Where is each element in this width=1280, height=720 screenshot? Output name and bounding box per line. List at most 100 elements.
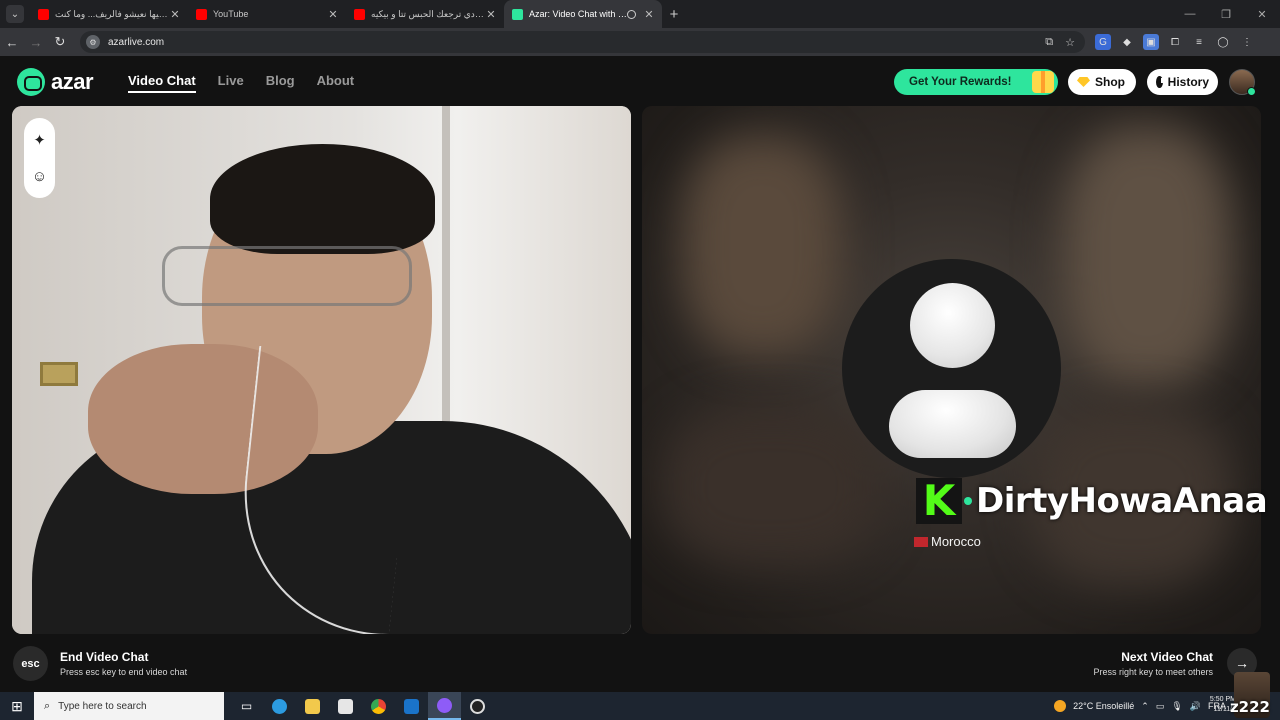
youtube-icon — [196, 8, 207, 20]
end-chat-title: End Video Chat — [60, 650, 149, 664]
maximize-icon[interactable]: ❐ — [1208, 8, 1244, 21]
browser-tab[interactable]: قلت ليها نعيشو فالريف... وما كنت ✕ — [30, 0, 188, 28]
end-chat-hint: Press esc key to end video chat — [60, 667, 188, 677]
close-icon[interactable]: ✕ — [484, 8, 498, 21]
nav-video-chat[interactable]: Video Chat — [128, 73, 196, 93]
volume-icon[interactable]: 🔊 — [1190, 701, 1201, 712]
get-rewards-button[interactable]: Get Your Rewards! — [894, 69, 1058, 95]
nav-about[interactable]: About — [317, 73, 355, 93]
diamond-extension-icon[interactable]: ◆ — [1119, 34, 1135, 50]
screenshot-extension-icon[interactable]: ▣ — [1143, 34, 1159, 50]
blurred-background — [682, 136, 842, 356]
file-explorer-icon[interactable] — [296, 692, 329, 720]
nav-blog[interactable]: Blog — [266, 73, 295, 93]
close-window-icon[interactable]: ✕ — [1244, 8, 1280, 21]
shop-button[interactable]: Shop — [1068, 69, 1136, 95]
sparkle-effects-icon[interactable]: ✦ — [33, 133, 46, 148]
partner-country: Morocco — [914, 534, 981, 549]
browser-tab[interactable]: YouTube ✕ — [188, 0, 346, 28]
taskbar-apps: ▭ — [230, 692, 494, 720]
online-status-dot — [1247, 87, 1256, 96]
kick-badge-letter: K — [922, 476, 956, 525]
next-chat-title: Next Video Chat — [1121, 650, 1213, 664]
cast-icon[interactable]: ⧉ — [1045, 36, 1053, 49]
network-icon[interactable]: ▭ — [1156, 701, 1165, 712]
tab-search-icon[interactable]: ⌄ — [6, 5, 24, 23]
history-button[interactable]: History — [1147, 69, 1218, 95]
minimize-icon[interactable]: — — [1172, 8, 1208, 20]
azar-page: azar Video Chat Live Blog About Get Your… — [0, 56, 1280, 692]
tab-title: غادي ترجعك الحبس تتا و بيكيه... — [371, 8, 484, 19]
search-placeholder: Type here to search — [58, 700, 147, 712]
camera-tools: ✦ ☺ — [24, 118, 55, 198]
translate-extension-icon[interactable]: G — [1095, 34, 1111, 50]
browser-tab[interactable]: غادي ترجعك الحبس تتا و بيكيه... ✕ — [346, 0, 504, 28]
forward-icon[interactable]: → — [24, 35, 48, 50]
weather-text[interactable]: 22°C Ensoleillé — [1073, 701, 1134, 711]
youtube-icon — [354, 8, 365, 20]
tab-title: قلت ليها نعيشو فالريف... وما كنت — [55, 8, 168, 19]
site-info-icon[interactable]: ⚙ — [86, 35, 100, 49]
wall-picture-frame — [40, 362, 78, 386]
next-chat-info: Next Video Chat Press right key to meet … — [1093, 650, 1213, 677]
nav-live[interactable]: Live — [218, 73, 244, 93]
back-icon[interactable]: ← — [0, 35, 24, 50]
system-tray: 22°C Ensoleillé ⌃ ▭ 🎙 🔊 FRA — [1054, 692, 1226, 720]
edge-icon[interactable] — [263, 692, 296, 720]
next-chat-hint: Press right key to meet others — [1093, 667, 1213, 677]
store-icon[interactable] — [329, 692, 362, 720]
windows-start-icon[interactable]: ⊞ — [0, 698, 34, 715]
person-icon-head — [910, 283, 995, 368]
close-icon[interactable]: ✕ — [326, 8, 340, 21]
close-icon[interactable]: ✕ — [642, 8, 656, 21]
kick-logo-icon: K — [916, 478, 962, 524]
country-name: Morocco — [931, 534, 981, 549]
microphone-icon[interactable]: 🎙 — [1171, 701, 1182, 712]
person-hair — [210, 144, 435, 254]
overlay-username: DirtyHowaAnaa — [976, 481, 1268, 521]
tab-title: Azar: Video Chat with New — [529, 9, 627, 19]
obs-icon[interactable] — [461, 692, 494, 720]
url-field[interactable]: ⚙ azarlive.com ⧉ ☆ — [80, 31, 1085, 53]
extensions-area: G ◆ ▣ ⧠ ≡ ◯ ⋮ — [1095, 34, 1255, 50]
close-icon[interactable]: ✕ — [168, 8, 182, 21]
user-avatar[interactable] — [1229, 69, 1256, 96]
youtube-icon — [38, 8, 49, 20]
taskbar-search-input[interactable]: ⌕ Type here to search — [34, 692, 224, 720]
end-chat-button[interactable]: esc — [13, 646, 48, 681]
person-glasses — [162, 246, 412, 306]
person-icon-body — [889, 390, 1016, 458]
new-tab-button[interactable]: + — [662, 6, 686, 23]
more-menu-icon[interactable]: ⋮ — [1239, 34, 1255, 50]
tray-chevron-icon[interactable]: ⌃ — [1141, 701, 1149, 712]
puzzle-icon[interactable]: ⧠ — [1167, 34, 1183, 50]
verified-dot — [964, 497, 972, 505]
bookmark-star-icon[interactable]: ☆ — [1065, 36, 1075, 49]
windows-taskbar: ⊞ ⌕ Type here to search ▭ 22°C Ensoleill… — [0, 692, 1280, 720]
address-bar: ← → ↻ ⚙ azarlive.com ⧉ ☆ G ◆ ▣ ⧠ ≡ ◯ ⋮ — [0, 28, 1280, 56]
azar-logo[interactable]: azar — [17, 68, 94, 96]
task-view-icon[interactable]: ▭ — [230, 692, 263, 720]
outlook-icon[interactable] — [395, 692, 428, 720]
main-menu: Video Chat Live Blog About — [128, 73, 354, 93]
reload-icon[interactable]: ↻ — [48, 34, 72, 50]
rewards-label: Get Your Rewards! — [909, 76, 1012, 88]
logo-text: azar — [51, 69, 94, 94]
chrome-icon[interactable] — [362, 692, 395, 720]
streaming-app-icon[interactable] — [428, 692, 461, 720]
search-icon: ⌕ — [44, 699, 51, 712]
reading-list-icon[interactable]: ≡ — [1191, 34, 1207, 50]
arrow-right-icon: → — [1235, 655, 1249, 671]
browser-tab-active[interactable]: Azar: Video Chat with New ✕ — [504, 0, 662, 28]
url-text: azarlive.com — [108, 36, 165, 48]
history-label: History — [1167, 75, 1209, 89]
local-video: ✦ ☺ — [12, 106, 631, 634]
partner-video: Morocco — [642, 106, 1261, 634]
shop-label: Shop — [1095, 75, 1125, 89]
tab-title: YouTube — [213, 9, 249, 19]
face-filter-icon[interactable]: ☺ — [32, 169, 47, 184]
top-nav: azar Video Chat Live Blog About Get Your… — [0, 56, 1280, 106]
blurred-background — [1062, 126, 1232, 386]
profile-icon[interactable]: ◯ — [1215, 34, 1231, 50]
stream-overlay-tag: z222 — [1229, 698, 1270, 716]
